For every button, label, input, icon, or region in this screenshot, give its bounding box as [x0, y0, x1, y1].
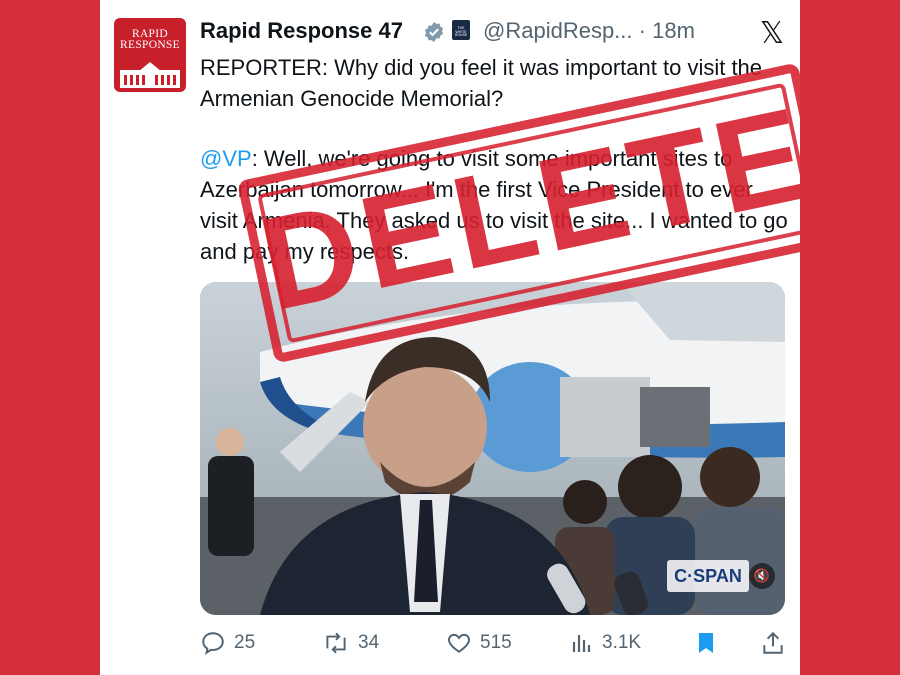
reply-icon	[202, 632, 224, 655]
x-logo-icon: 𝕏	[759, 16, 784, 51]
views-button[interactable]: 3.1K	[570, 630, 641, 656]
tweet-paragraph-answer: @VP: Well, we're going to visit some imp…	[200, 143, 795, 267]
tweet-card: RAPID RESPONSE Rapid Response 47 THE WHI…	[100, 0, 800, 675]
heart-icon	[448, 633, 470, 653]
views-chart-icon	[572, 635, 591, 652]
view-count: 3.1K	[602, 632, 642, 653]
mention-link[interactable]: @VP	[200, 146, 252, 171]
bookmark-icon	[699, 633, 713, 653]
white-house-icon	[120, 62, 180, 88]
speaker-muted-icon[interactable]: 🔇	[749, 563, 775, 589]
repost-button[interactable]: 34	[322, 630, 379, 656]
bookmark-button[interactable]	[694, 630, 726, 656]
like-button[interactable]: 515	[446, 630, 512, 656]
separator-dot: ·	[638, 18, 653, 43]
account-handle[interactable]: @RapidResp...	[483, 18, 633, 43]
share-button[interactable]	[760, 630, 794, 656]
cspan-watermark: C·SPAN	[667, 560, 749, 592]
repost-count: 34	[358, 632, 380, 653]
handle-and-time: @RapidResp... · 18m	[483, 18, 695, 44]
tweet-header: Rapid Response 47 THE WHITE HOUSE @Rapid…	[200, 14, 790, 51]
answer-text: : Well, we're going to visit some import…	[200, 146, 788, 264]
tweet-text: REPORTER: Why did you feel it was import…	[200, 52, 795, 296]
action-bar: 25 34 515 3.1K	[200, 626, 790, 662]
verified-badge-icon	[424, 21, 444, 43]
post-time[interactable]: 18m	[652, 18, 695, 43]
like-count: 515	[480, 632, 512, 653]
account-avatar[interactable]: RAPID RESPONSE	[114, 18, 186, 92]
tweet-paragraph-question: REPORTER: Why did you feel it was import…	[200, 55, 763, 111]
affiliate-badge[interactable]: THE WHITE HOUSE	[452, 20, 470, 40]
video-player[interactable]: C·SPAN 🔇	[200, 282, 785, 615]
repost-icon	[326, 632, 346, 654]
share-icon	[763, 631, 783, 654]
reply-button[interactable]: 25	[200, 630, 255, 656]
reply-count: 25	[234, 632, 256, 653]
account-name[interactable]: Rapid Response 47	[200, 18, 403, 44]
